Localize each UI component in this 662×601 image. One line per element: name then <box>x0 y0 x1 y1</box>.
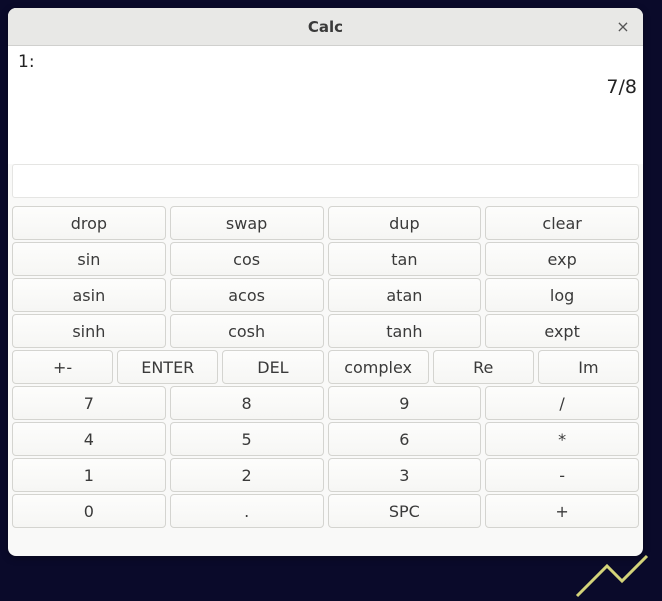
cosh-button[interactable]: cosh <box>170 314 324 348</box>
digit-4-button[interactable]: 4 <box>12 422 166 456</box>
row-123: 1 2 3 - <box>12 458 639 492</box>
row-456: 4 5 6 * <box>12 422 639 456</box>
expt-button[interactable]: expt <box>485 314 639 348</box>
row-789: 7 8 9 / <box>12 386 639 420</box>
enter-button[interactable]: ENTER <box>117 350 218 384</box>
digit-7-button[interactable]: 7 <box>12 386 166 420</box>
space-button[interactable]: SPC <box>328 494 482 528</box>
stack-display: 1: 7/8 <box>8 46 643 164</box>
divide-button[interactable]: / <box>485 386 639 420</box>
clear-button[interactable]: clear <box>485 206 639 240</box>
digit-3-button[interactable]: 3 <box>328 458 482 492</box>
window-title: Calc <box>308 18 343 36</box>
digit-6-button[interactable]: 6 <box>328 422 482 456</box>
close-icon[interactable]: × <box>613 16 633 36</box>
row-entry-ops: +- ENTER DEL complex Re Im <box>12 350 639 384</box>
cos-button[interactable]: cos <box>170 242 324 276</box>
digit-5-button[interactable]: 5 <box>170 422 324 456</box>
digit-8-button[interactable]: 8 <box>170 386 324 420</box>
log-button[interactable]: log <box>485 278 639 312</box>
desktop-decoration-icon <box>572 551 652 601</box>
complex-button[interactable]: complex <box>328 350 429 384</box>
stack-value: 7/8 <box>606 76 637 98</box>
stack-row: 1: <box>18 52 633 72</box>
digit-9-button[interactable]: 9 <box>328 386 482 420</box>
asin-button[interactable]: asin <box>12 278 166 312</box>
acos-button[interactable]: acos <box>170 278 324 312</box>
sinh-button[interactable]: sinh <box>12 314 166 348</box>
row-inverse-trig: asin acos atan log <box>12 278 639 312</box>
row-0: 0 . SPC + <box>12 494 639 528</box>
atan-button[interactable]: atan <box>328 278 482 312</box>
keypad: drop swap dup clear sin cos tan exp asin… <box>8 204 643 556</box>
re-button[interactable]: Re <box>433 350 534 384</box>
drop-button[interactable]: drop <box>12 206 166 240</box>
digit-0-button[interactable]: 0 <box>12 494 166 528</box>
minus-button[interactable]: - <box>485 458 639 492</box>
sin-button[interactable]: sin <box>12 242 166 276</box>
multiply-button[interactable]: * <box>485 422 639 456</box>
titlebar: Calc × <box>8 8 643 46</box>
tan-button[interactable]: tan <box>328 242 482 276</box>
tanh-button[interactable]: tanh <box>328 314 482 348</box>
decimal-button[interactable]: . <box>170 494 324 528</box>
del-button[interactable]: DEL <box>222 350 323 384</box>
row-stack-ops: drop swap dup clear <box>12 206 639 240</box>
row-trig: sin cos tan exp <box>12 242 639 276</box>
dup-button[interactable]: dup <box>328 206 482 240</box>
swap-button[interactable]: swap <box>170 206 324 240</box>
sign-button[interactable]: +- <box>12 350 113 384</box>
stack-index-label: 1: <box>18 52 35 72</box>
exp-button[interactable]: exp <box>485 242 639 276</box>
digit-2-button[interactable]: 2 <box>170 458 324 492</box>
plus-button[interactable]: + <box>485 494 639 528</box>
digit-1-button[interactable]: 1 <box>12 458 166 492</box>
calc-window: Calc × 1: 7/8 drop swap dup clear sin co… <box>8 8 643 556</box>
input-field[interactable] <box>12 164 639 198</box>
row-hyperbolic: sinh cosh tanh expt <box>12 314 639 348</box>
im-button[interactable]: Im <box>538 350 639 384</box>
